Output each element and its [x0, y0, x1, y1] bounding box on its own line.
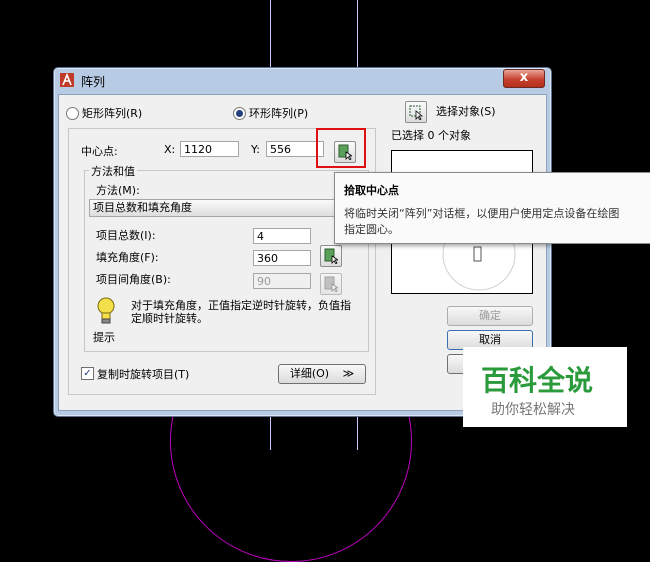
total-items-label: 项目总数(I): [96, 229, 156, 242]
total-items-input[interactable]: 4 [253, 228, 311, 244]
pick-center-tooltip: 拾取中心点 将临时关闭“阵列”对话框，以便用户使用定点设备在绘图 指定圆心。 [334, 172, 650, 244]
lightbulb-icon [97, 297, 115, 324]
tooltip-body: 将临时关闭“阵列”对话框，以便用户使用定点设备在绘图 [344, 207, 620, 220]
details-label: 详细(O) [289, 367, 330, 380]
method-group-title: 方法和值 [89, 163, 137, 179]
select-objects-button[interactable] [405, 101, 427, 123]
item-angle-label: 项目间角度(B): [96, 273, 171, 286]
fill-angle-input[interactable]: 360 [253, 250, 311, 266]
highlight-box [316, 128, 366, 168]
title-bar[interactable]: 阵列 x [54, 68, 551, 92]
dialog-title: 阵列 [81, 75, 106, 89]
center-point-label: 中心点: [81, 145, 118, 158]
rotate-items-checkbox[interactable]: ✓ [81, 367, 94, 380]
rotate-items-label[interactable]: 复制时旋转项目(T) [97, 366, 189, 382]
pick-item-angle-button [320, 273, 342, 295]
hint-text: 对于填充角度，正值指定逆时针旋转，负值指定顺时针旋转。 [131, 299, 351, 325]
autocad-app-icon [60, 73, 74, 87]
item-angle-input: 90 [253, 273, 311, 289]
watermark-logo: 百科全说 助你轻松解决 [463, 347, 627, 427]
details-button[interactable]: 详细(O) ≫ [278, 364, 366, 384]
ok-button: 确定 [447, 306, 533, 326]
rect-array-label[interactable]: 矩形阵列(R) [82, 105, 142, 121]
select-objects-icon [409, 105, 423, 120]
pick-point-icon [324, 276, 338, 292]
x-label: X: [164, 143, 176, 156]
hint-label: 提示 [93, 331, 115, 344]
watermark-main-text: 百科全说 [481, 364, 594, 397]
rect-array-radio[interactable] [66, 107, 79, 120]
close-button[interactable]: x [503, 69, 545, 88]
expand-arrow-icon: ≫ [342, 367, 355, 380]
polar-array-label[interactable]: 环形阵列(P) [249, 105, 308, 121]
watermark-sub-text: 助你轻松解决 [491, 402, 575, 418]
method-select[interactable]: 项目总数和填充角度 [89, 199, 349, 217]
method-label: 方法(M): [96, 184, 140, 197]
center-x-input[interactable]: 1120 [180, 141, 239, 157]
fill-angle-label: 填充角度(F): [96, 251, 159, 264]
pick-point-icon [324, 248, 338, 264]
tooltip-body-line2: 指定圆心。 [344, 223, 399, 236]
polar-array-radio[interactable] [233, 107, 246, 120]
tooltip-title: 拾取中心点 [344, 184, 399, 197]
select-objects-label[interactable]: 选择对象(S) [436, 103, 496, 119]
pick-fill-angle-button[interactable] [320, 245, 342, 267]
y-label: Y: [251, 143, 260, 156]
selection-status: 已选择 0 个对象 [391, 129, 471, 142]
